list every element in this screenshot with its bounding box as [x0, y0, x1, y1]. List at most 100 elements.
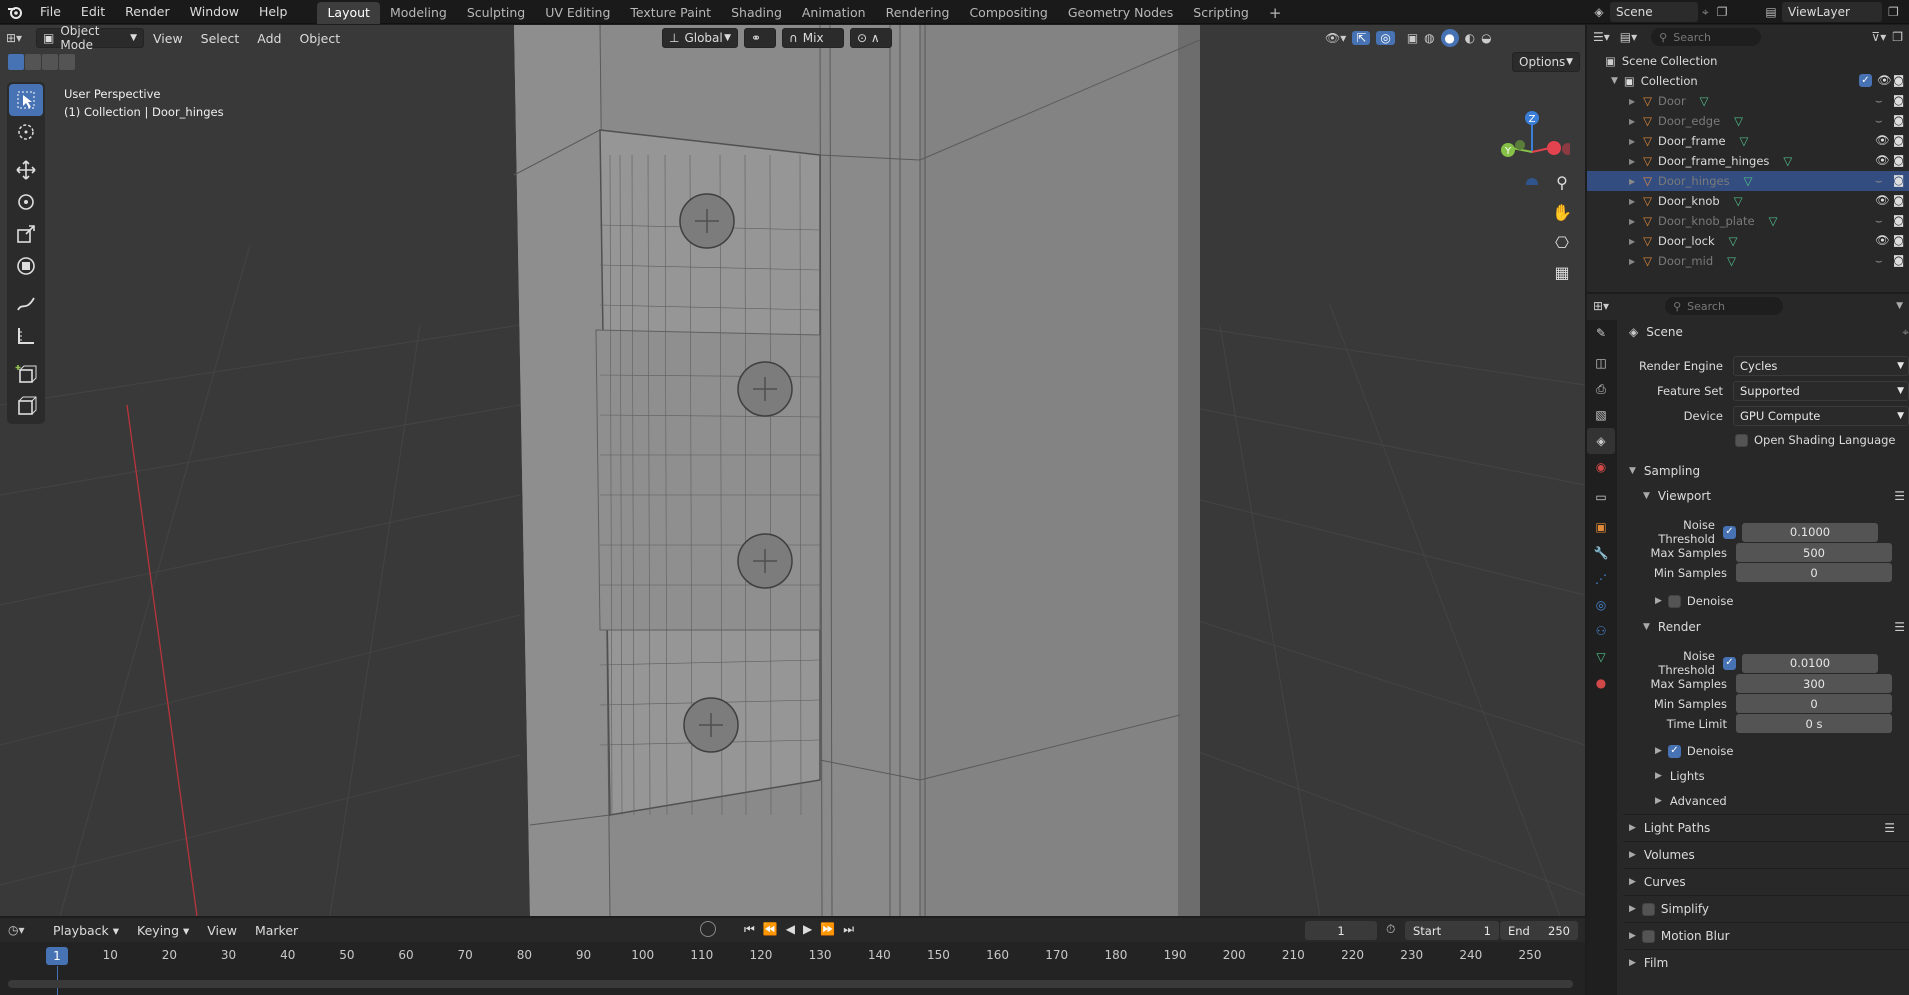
data-tab-icon[interactable]: ▽ [1587, 644, 1615, 670]
world-tab-icon[interactable]: ◉ [1587, 454, 1615, 480]
material-tab-icon[interactable]: ● [1587, 670, 1615, 696]
select-box-tool[interactable] [9, 84, 43, 116]
menu-timeline-view[interactable]: View [198, 923, 246, 938]
modifier-tab-icon[interactable]: 🔧 [1587, 540, 1615, 566]
jump-end-icon[interactable]: ⏭ [843, 922, 854, 937]
prev-keyframe-icon[interactable]: ⏪ [763, 922, 778, 936]
start-frame-field[interactable]: Start 1 [1405, 921, 1499, 940]
advanced-subpanel-header[interactable]: ▶ Advanced [1655, 794, 1727, 808]
add-workspace-icon[interactable]: + [1259, 2, 1292, 24]
feature-set-dropdown[interactable]: Supported ▼ [1733, 381, 1909, 401]
sampling-panel-header[interactable]: ▼ Sampling [1629, 464, 1700, 478]
motion-blur-panel-header[interactable]: ▶ Motion Blur [1629, 929, 1730, 943]
playhead-indicator[interactable]: 1 [46, 947, 68, 965]
play-reverse-icon[interactable]: ◀ [786, 922, 795, 936]
tool-tab-icon[interactable]: ✎ [1587, 320, 1615, 346]
outliner-editor-icon[interactable]: ☰▾ [1593, 30, 1610, 44]
stopwatch-icon[interactable]: ⏱ [1386, 922, 1395, 937]
mode-selector[interactable]: ▣ Object Mode ▼ [36, 25, 144, 52]
outliner-item-door[interactable]: ▶ ▽ Door ▽ ⌣ ◙ [1587, 91, 1909, 111]
render-denoise-header[interactable]: ▶ ✓ Denoise [1655, 744, 1733, 758]
camera-icon[interactable]: ◙ [1893, 73, 1904, 87]
time-limit-field[interactable]: 0 s [1736, 714, 1892, 733]
filter-icon[interactable]: ⊽▾ [1871, 30, 1886, 44]
eye-icon[interactable]: 👁 [1875, 193, 1890, 207]
gizmo-toggle-icon[interactable]: ⇱ [1352, 31, 1371, 45]
menu-add[interactable]: Add [248, 31, 290, 46]
render-noise-threshold-field[interactable]: 0.0100 [1742, 653, 1878, 673]
jump-start-icon[interactable]: ⏮ [744, 922, 755, 937]
constraints-tab-icon[interactable]: ⚇ [1587, 618, 1615, 644]
outliner-item-door-hinges[interactable]: ▶ ▽ Door_hinges ▽ ⌣ ◙ [1587, 171, 1909, 191]
viewport-denoise-header[interactable]: ▶ Denoise [1655, 594, 1733, 608]
render-tab-icon[interactable]: ◫ [1587, 350, 1615, 376]
chevron-right-icon[interactable]: ▶ [1629, 117, 1635, 126]
proportional-editing-toggle[interactable]: ⊙ ∧ [850, 28, 892, 48]
overlays-icon[interactable]: ◎ [1376, 31, 1395, 45]
menu-marker[interactable]: Marker [246, 923, 307, 938]
move-tool[interactable] [9, 154, 43, 186]
menu-select[interactable]: Select [192, 31, 249, 46]
render-noise-threshold-checkbox[interactable]: ✓ [1723, 656, 1736, 670]
rendered-shading-icon[interactable]: ◒ [1481, 31, 1491, 45]
eye-icon[interactable]: 👁 [1877, 73, 1892, 87]
new-scene-icon[interactable]: ❐ [1717, 5, 1728, 19]
properties-search-input[interactable]: ⚲ Search [1665, 297, 1784, 315]
menu-object[interactable]: Object [290, 31, 349, 46]
options-dropdown[interactable]: Options ▼ [1512, 52, 1580, 72]
outliner-search-input[interactable]: ⚲ Search [1651, 28, 1762, 46]
new-view-layer-icon[interactable]: ❐ [1888, 5, 1899, 19]
viewport-max-samples-field[interactable]: 500 [1736, 543, 1892, 562]
osl-row[interactable]: Open Shading Language [1735, 433, 1896, 447]
chevron-down-icon[interactable]: ▼ [1611, 76, 1618, 86]
curves-panel-header[interactable]: ▶ Curves [1629, 875, 1686, 889]
zoom-icon[interactable]: ⚲ [1547, 167, 1577, 197]
tab-scripting[interactable]: Scripting [1183, 2, 1259, 24]
eye-icon[interactable]: 👁 [1875, 133, 1890, 147]
frame-ruler[interactable]: 1 10 20 30 40 50 60 70 80 90 100 110 120 130 140 150 16… [0, 944, 1585, 968]
menu-keying[interactable]: Keying ▾ [128, 923, 198, 938]
volumes-panel-header[interactable]: ▶ Volumes [1629, 848, 1695, 862]
tab-texture-paint[interactable]: Texture Paint [620, 2, 721, 24]
solid-shading-icon[interactable]: ● [1440, 29, 1459, 47]
tab-modeling[interactable]: Modeling [380, 2, 457, 24]
add-cube-tool[interactable] [9, 358, 43, 390]
menu-edit[interactable]: Edit [71, 0, 115, 24]
scale-tool[interactable] [9, 218, 43, 250]
chevron-right-icon[interactable]: ▶ [1629, 197, 1635, 206]
camera-icon[interactable]: ◙ [1893, 93, 1904, 107]
perspective-grid-icon[interactable]: ▦ [1547, 257, 1577, 287]
xray-icon[interactable]: ▣ [1407, 31, 1418, 45]
camera-icon[interactable]: ◙ [1893, 193, 1904, 207]
light-paths-panel-header[interactable]: ▶ Light Paths ☰ [1629, 821, 1909, 835]
eye-icon[interactable]: 👁 [1875, 153, 1890, 167]
select-intersect-icon[interactable] [59, 54, 75, 70]
snap-dropdown[interactable]: ∩ Mix [782, 28, 844, 48]
collection-checkbox[interactable]: ✓ [1859, 74, 1872, 87]
3d-viewport[interactable]: ⊞▾ ▣ Object Mode ▼ View Select Add Objec… [0, 25, 1585, 916]
camera-view-icon[interactable]: ⎔ [1547, 227, 1577, 257]
timeline-editor-icon[interactable]: ◷▾ [8, 923, 44, 937]
tab-uv-editing[interactable]: UV Editing [535, 2, 620, 24]
select-subtract-icon[interactable] [42, 54, 58, 70]
play-icon[interactable]: ▶ [803, 922, 812, 936]
outliner-item-door-lock[interactable]: ▶ ▽ Door_lock ▽ 👁 ◙ [1587, 231, 1909, 251]
pin-icon[interactable]: ⌖ [1702, 5, 1709, 20]
tab-animation[interactable]: Animation [792, 2, 876, 24]
lights-subpanel-header[interactable]: ▶ Lights [1655, 769, 1705, 783]
chevron-right-icon[interactable]: ▶ [1629, 257, 1635, 266]
annotate-tool[interactable] [9, 288, 43, 320]
outliner-item-door-frame-hinges[interactable]: ▶ ▽ Door_frame_hinges ▽ 👁 ◙ [1587, 151, 1909, 171]
render-subpanel-header[interactable]: ▼ Render ☰ [1643, 620, 1905, 634]
simplify-checkbox[interactable] [1641, 902, 1655, 916]
render-max-samples-field[interactable]: 300 [1736, 674, 1892, 693]
render-denoise-checkbox[interactable]: ✓ [1667, 744, 1681, 758]
viewport-noise-threshold-field[interactable]: 0.1000 [1742, 522, 1878, 542]
eye-closed-icon[interactable]: ⌣ [1875, 253, 1883, 268]
eye-icon[interactable]: 👁 [1875, 233, 1890, 247]
motion-blur-checkbox[interactable] [1641, 929, 1655, 943]
eye-closed-icon[interactable]: ⌣ [1875, 93, 1883, 108]
properties-editor-icon[interactable]: ⊞▾ [1593, 299, 1609, 313]
select-extend-icon[interactable] [25, 54, 41, 70]
osl-checkbox[interactable] [1735, 433, 1748, 447]
